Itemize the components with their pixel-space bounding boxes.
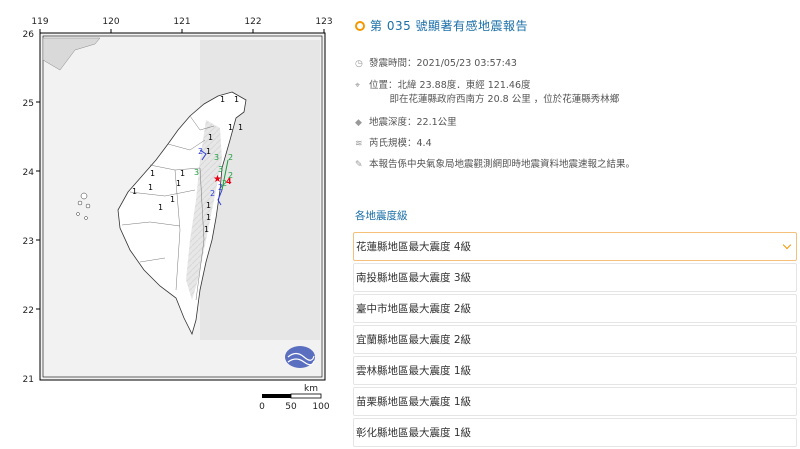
info-origin-time: ◷ 發震時間： 2021/05/23 03:57:43 [355,58,517,70]
intensity-label: 1 [148,183,153,192]
lat-tick: 24 [23,168,35,178]
info-value: 北緯 23.88度．東經 121.46度 [397,80,531,91]
info-value: 2021/05/23 03:57:43 [416,58,517,69]
lon-tick: 119 [31,17,48,27]
level-row-nantou[interactable]: 南投縣地區最大震度 3級 [353,263,797,292]
intensity-label: 2 [198,147,203,156]
info-value: 4.4 [416,138,432,149]
pencil-icon: ✎ [355,160,363,170]
level-row-miaoli[interactable]: 苗栗縣地區最大震度 1級 [353,387,797,416]
intensity-label: 1 [208,133,213,142]
level-label: 花蓮縣地區最大震度 4級 [356,241,472,253]
intensity-label: 3 [194,168,199,177]
intensity-label: 1 [132,187,137,196]
lat-ticks: 26 25 24 23 22 21 [23,30,40,385]
info-label: 位置： [369,80,398,91]
intensity-label: 1 [206,213,211,222]
intensity-label: 1 [228,123,233,132]
depth-icon: ◆ [355,118,362,128]
level-label: 彰化縣地區最大震度 1級 [356,427,472,439]
intensity-label: 1 [176,179,181,188]
intensity-label: 2 [210,189,215,198]
epicenter-star-icon: ★ [213,174,222,185]
intensity-label: 1 [206,201,211,210]
intensity-label: 3 [214,153,219,162]
circle-icon [355,20,365,31]
info-label: 發震時間： [369,58,417,69]
info-magnitude: ≋ 芮氏規模： 4.4 [355,138,432,150]
level-row-changhua[interactable]: 彰化縣地區最大震度 1級 [353,418,797,447]
info-label: 地震深度： [369,117,417,128]
report-header: 第 035 號顯著有感地震報告 [355,17,528,34]
info-note: ✎ 本報告係中央氣象局地震觀測網即時地震資料地震速報之結果。 [355,159,635,171]
info-depth: ◆ 地震深度： 22.1公里 [355,117,457,129]
level-row-yunlin[interactable]: 雲林縣地區最大震度 1級 [353,356,797,385]
intensity-label: 1 [220,95,225,104]
intensity-label: 1 [234,95,239,104]
clock-icon: ◷ [355,59,363,69]
level-heading: 各地震度級 [355,210,408,222]
location-icon: ⌖ [355,81,361,91]
map-svg: 119 120 121 122 123 26 25 24 23 22 21 1 … [23,17,333,412]
level-row-hualien[interactable]: 花蓮縣地區最大震度 4級 [353,232,797,261]
scale-bar: km 0 50 100 [259,384,330,412]
scale-tick: 100 [312,402,329,412]
lon-tick: 122 [244,17,261,27]
intensity-label: 1 [238,123,243,132]
report-panel: 第 035 號顯著有感地震報告 ◷ 發震時間： 2021/05/23 03:57… [350,0,800,449]
report-title: 第 035 號顯著有感地震報告 [370,19,529,33]
cwb-logo [285,346,315,368]
info-location: ⌖ 位置： 北緯 23.88度．東經 121.46度 即在花蓮縣政府西南方 20… [355,80,619,106]
lat-tick: 25 [23,99,34,109]
level-label: 苗栗縣地區最大震度 1級 [356,396,472,408]
lat-tick: 22 [23,306,34,316]
level-list: 花蓮縣地區最大震度 4級 南投縣地區最大震度 3級 臺中市地區最大震度 2級 宜… [353,232,797,449]
level-row-yilan[interactable]: 宜蘭縣地區最大震度 2級 [353,325,797,354]
level-label: 雲林縣地區最大震度 1級 [356,365,472,377]
scale-unit: km [304,384,318,394]
level-label: 臺中市地區最大震度 2級 [356,303,472,315]
scale-tick: 0 [259,402,265,412]
lon-tick: 120 [102,17,119,27]
intensity-label: 1 [206,147,211,156]
intensity-label: 1 [150,169,155,178]
lon-tick: 121 [173,17,190,27]
scale-tick: 50 [285,402,297,412]
intensity-label: 4 [226,177,232,186]
level-row-taichung[interactable]: 臺中市地區最大震度 2級 [353,294,797,323]
info-sub-value: 即在花蓮縣政府西南方 20.8 公里 ，位於花蓮縣秀林鄉 [389,94,620,105]
intensity-label: 1 [170,195,175,204]
level-label: 宜蘭縣地區最大震度 2級 [356,334,472,346]
earthquake-map: 119 120 121 122 123 26 25 24 23 22 21 1 … [0,0,345,449]
lon-tick: 123 [315,17,332,27]
intensity-label: 1 [180,169,185,178]
lat-tick: 21 [23,375,34,385]
chevron-down-icon [782,240,792,250]
intensity-label: 1 [158,203,163,212]
lat-tick: 23 [23,237,34,247]
level-label: 南投縣地區最大震度 3級 [356,272,472,284]
info-label: 芮氏規模： [369,138,417,149]
intensity-label: 3 [218,165,223,174]
info-value: 22.1公里 [416,117,457,128]
magnitude-icon: ≋ [355,139,363,149]
intensity-label: 1 [204,225,209,234]
intensity-label: 2 [228,153,233,162]
info-note-text: 本報告係中央氣象局地震觀測網即時地震資料地震速報之結果。 [369,159,636,170]
lon-ticks: 119 120 121 122 123 [31,17,333,33]
lat-tick: 26 [23,30,35,40]
